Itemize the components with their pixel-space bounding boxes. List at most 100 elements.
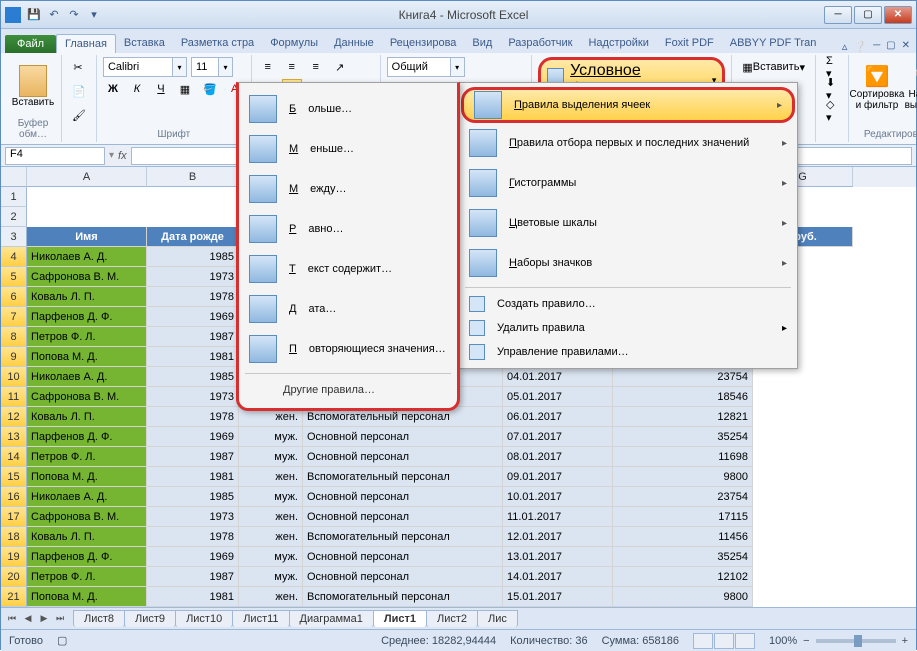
- doc-close-icon[interactable]: ✕: [902, 40, 910, 53]
- row-header[interactable]: 11: [1, 387, 27, 407]
- data-cell[interactable]: Основной персонал: [303, 567, 503, 587]
- menu-item[interactable]: Больше…: [239, 89, 457, 129]
- data-cell[interactable]: 11698: [613, 447, 753, 467]
- ribbon-tab[interactable]: Формулы: [262, 34, 326, 53]
- data-cell[interactable]: 12821: [613, 407, 753, 427]
- data-cell[interactable]: Николаев А. Д.: [27, 367, 147, 387]
- data-cell[interactable]: 1973: [147, 387, 239, 407]
- macro-record-icon[interactable]: ▢: [57, 634, 67, 647]
- data-cell[interactable]: 12102: [613, 567, 753, 587]
- data-cell[interactable]: 1973: [147, 507, 239, 527]
- column-header[interactable]: B: [147, 167, 239, 187]
- normal-view-button[interactable]: [693, 633, 713, 649]
- menu-item[interactable]: Цветовые шкалы▸: [459, 203, 797, 243]
- data-cell[interactable]: 11456: [613, 527, 753, 547]
- menu-item[interactable]: Удалить правила▸: [459, 316, 797, 340]
- name-box[interactable]: F4: [5, 147, 105, 165]
- menu-item[interactable]: Текст содержит…: [239, 249, 457, 289]
- data-cell[interactable]: 14.01.2017: [503, 567, 613, 587]
- data-cell[interactable]: 1981: [147, 587, 239, 607]
- data-cell[interactable]: 1978: [147, 287, 239, 307]
- clear-button[interactable]: ◇ ▾: [822, 101, 842, 121]
- zoom-level[interactable]: 100%: [769, 635, 797, 647]
- ribbon-tab[interactable]: Разметка стра: [173, 34, 262, 53]
- menu-item[interactable]: Гистограммы▸: [459, 163, 797, 203]
- sheet-tab[interactable]: Лист2: [426, 610, 478, 627]
- data-cell[interactable]: Попова М. Д.: [27, 467, 147, 487]
- doc-minimize-icon[interactable]: ─: [873, 40, 880, 53]
- data-cell[interactable]: 18546: [613, 387, 753, 407]
- sheet-tab[interactable]: Лист11: [232, 610, 289, 627]
- fill-color-button[interactable]: 🪣: [199, 79, 221, 99]
- row-header[interactable]: 9: [1, 347, 27, 367]
- data-cell[interactable]: жен.: [239, 507, 303, 527]
- data-cell[interactable]: 23754: [613, 487, 753, 507]
- data-cell[interactable]: жен.: [239, 467, 303, 487]
- sheet-nav-next-icon[interactable]: ▶: [37, 612, 51, 626]
- data-cell[interactable]: Николаев А. Д.: [27, 487, 147, 507]
- help-icon[interactable]: ❔: [853, 40, 867, 53]
- ribbon-tab[interactable]: Данные: [326, 34, 382, 53]
- row-header[interactable]: 16: [1, 487, 27, 507]
- row-header[interactable]: 5: [1, 267, 27, 287]
- data-cell[interactable]: Сафронова В. М.: [27, 267, 147, 287]
- copy-icon[interactable]: 📄: [68, 81, 90, 101]
- orientation-button[interactable]: ↗: [330, 57, 350, 77]
- autosum-button[interactable]: Σ ▾: [822, 57, 842, 77]
- data-cell[interactable]: 1987: [147, 567, 239, 587]
- font-name-combo[interactable]: Calibri▾: [103, 57, 187, 77]
- row-header[interactable]: 3: [1, 227, 27, 247]
- data-cell[interactable]: 1969: [147, 427, 239, 447]
- data-cell[interactable]: Попова М. Д.: [27, 587, 147, 607]
- zoom-in-button[interactable]: +: [902, 635, 908, 647]
- data-cell[interactable]: 06.01.2017: [503, 407, 613, 427]
- data-cell[interactable]: Парфенов Д. Ф.: [27, 427, 147, 447]
- underline-button[interactable]: Ч: [151, 79, 171, 99]
- sheet-tab[interactable]: Лист8: [73, 610, 125, 627]
- data-cell[interactable]: Вспомогательный персонал: [303, 587, 503, 607]
- ribbon-tab[interactable]: Разработчик: [500, 34, 580, 53]
- doc-restore-icon[interactable]: ▢: [886, 40, 895, 53]
- data-cell[interactable]: 1981: [147, 467, 239, 487]
- fill-button[interactable]: ⬇ ▾: [822, 79, 842, 99]
- sheet-tab[interactable]: Лист9: [124, 610, 176, 627]
- format-painter-icon[interactable]: 🖌: [68, 105, 90, 125]
- fx-icon[interactable]: fx: [118, 150, 127, 162]
- data-cell[interactable]: муж.: [239, 447, 303, 467]
- data-cell[interactable]: Попова М. Д.: [27, 347, 147, 367]
- sheet-tab[interactable]: Диаграмма1: [289, 610, 374, 627]
- data-cell[interactable]: Коваль Л. П.: [27, 287, 147, 307]
- row-header[interactable]: 6: [1, 287, 27, 307]
- row-header[interactable]: 15: [1, 467, 27, 487]
- data-cell[interactable]: Основной персонал: [303, 507, 503, 527]
- row-header[interactable]: 19: [1, 547, 27, 567]
- data-cell[interactable]: 1987: [147, 327, 239, 347]
- sheet-nav-prev-icon[interactable]: ◀: [21, 612, 35, 626]
- menu-item[interactable]: Правила отбора первых и последних значен…: [459, 123, 797, 163]
- data-cell[interactable]: 1985: [147, 367, 239, 387]
- sheet-nav-first-icon[interactable]: ⏮: [5, 612, 19, 626]
- row-header[interactable]: 1: [1, 187, 27, 207]
- minimize-button[interactable]: ─: [824, 6, 852, 24]
- row-header[interactable]: 21: [1, 587, 27, 607]
- row-header[interactable]: 14: [1, 447, 27, 467]
- data-cell[interactable]: муж.: [239, 427, 303, 447]
- data-cell[interactable]: Сафронова В. М.: [27, 507, 147, 527]
- maximize-button[interactable]: ▢: [854, 6, 882, 24]
- ribbon-tab[interactable]: Рецензирова: [382, 34, 465, 53]
- menu-item[interactable]: Создать правило…: [459, 292, 797, 316]
- align-bottom-button[interactable]: ≡: [306, 57, 326, 77]
- data-cell[interactable]: 1978: [147, 407, 239, 427]
- data-cell[interactable]: 12.01.2017: [503, 527, 613, 547]
- sheet-tab[interactable]: Лист1: [373, 610, 427, 627]
- ribbon-tab[interactable]: Главная: [56, 34, 116, 53]
- row-header[interactable]: 10: [1, 367, 27, 387]
- align-middle-button[interactable]: ≡: [282, 57, 302, 77]
- data-cell[interactable]: 1969: [147, 307, 239, 327]
- border-button[interactable]: ▦: [175, 79, 195, 99]
- ribbon-tab[interactable]: ABBYY PDF Tran: [722, 34, 825, 53]
- row-header[interactable]: 20: [1, 567, 27, 587]
- row-header[interactable]: 13: [1, 427, 27, 447]
- data-cell[interactable]: 13.01.2017: [503, 547, 613, 567]
- data-cell[interactable]: 04.01.2017: [503, 367, 613, 387]
